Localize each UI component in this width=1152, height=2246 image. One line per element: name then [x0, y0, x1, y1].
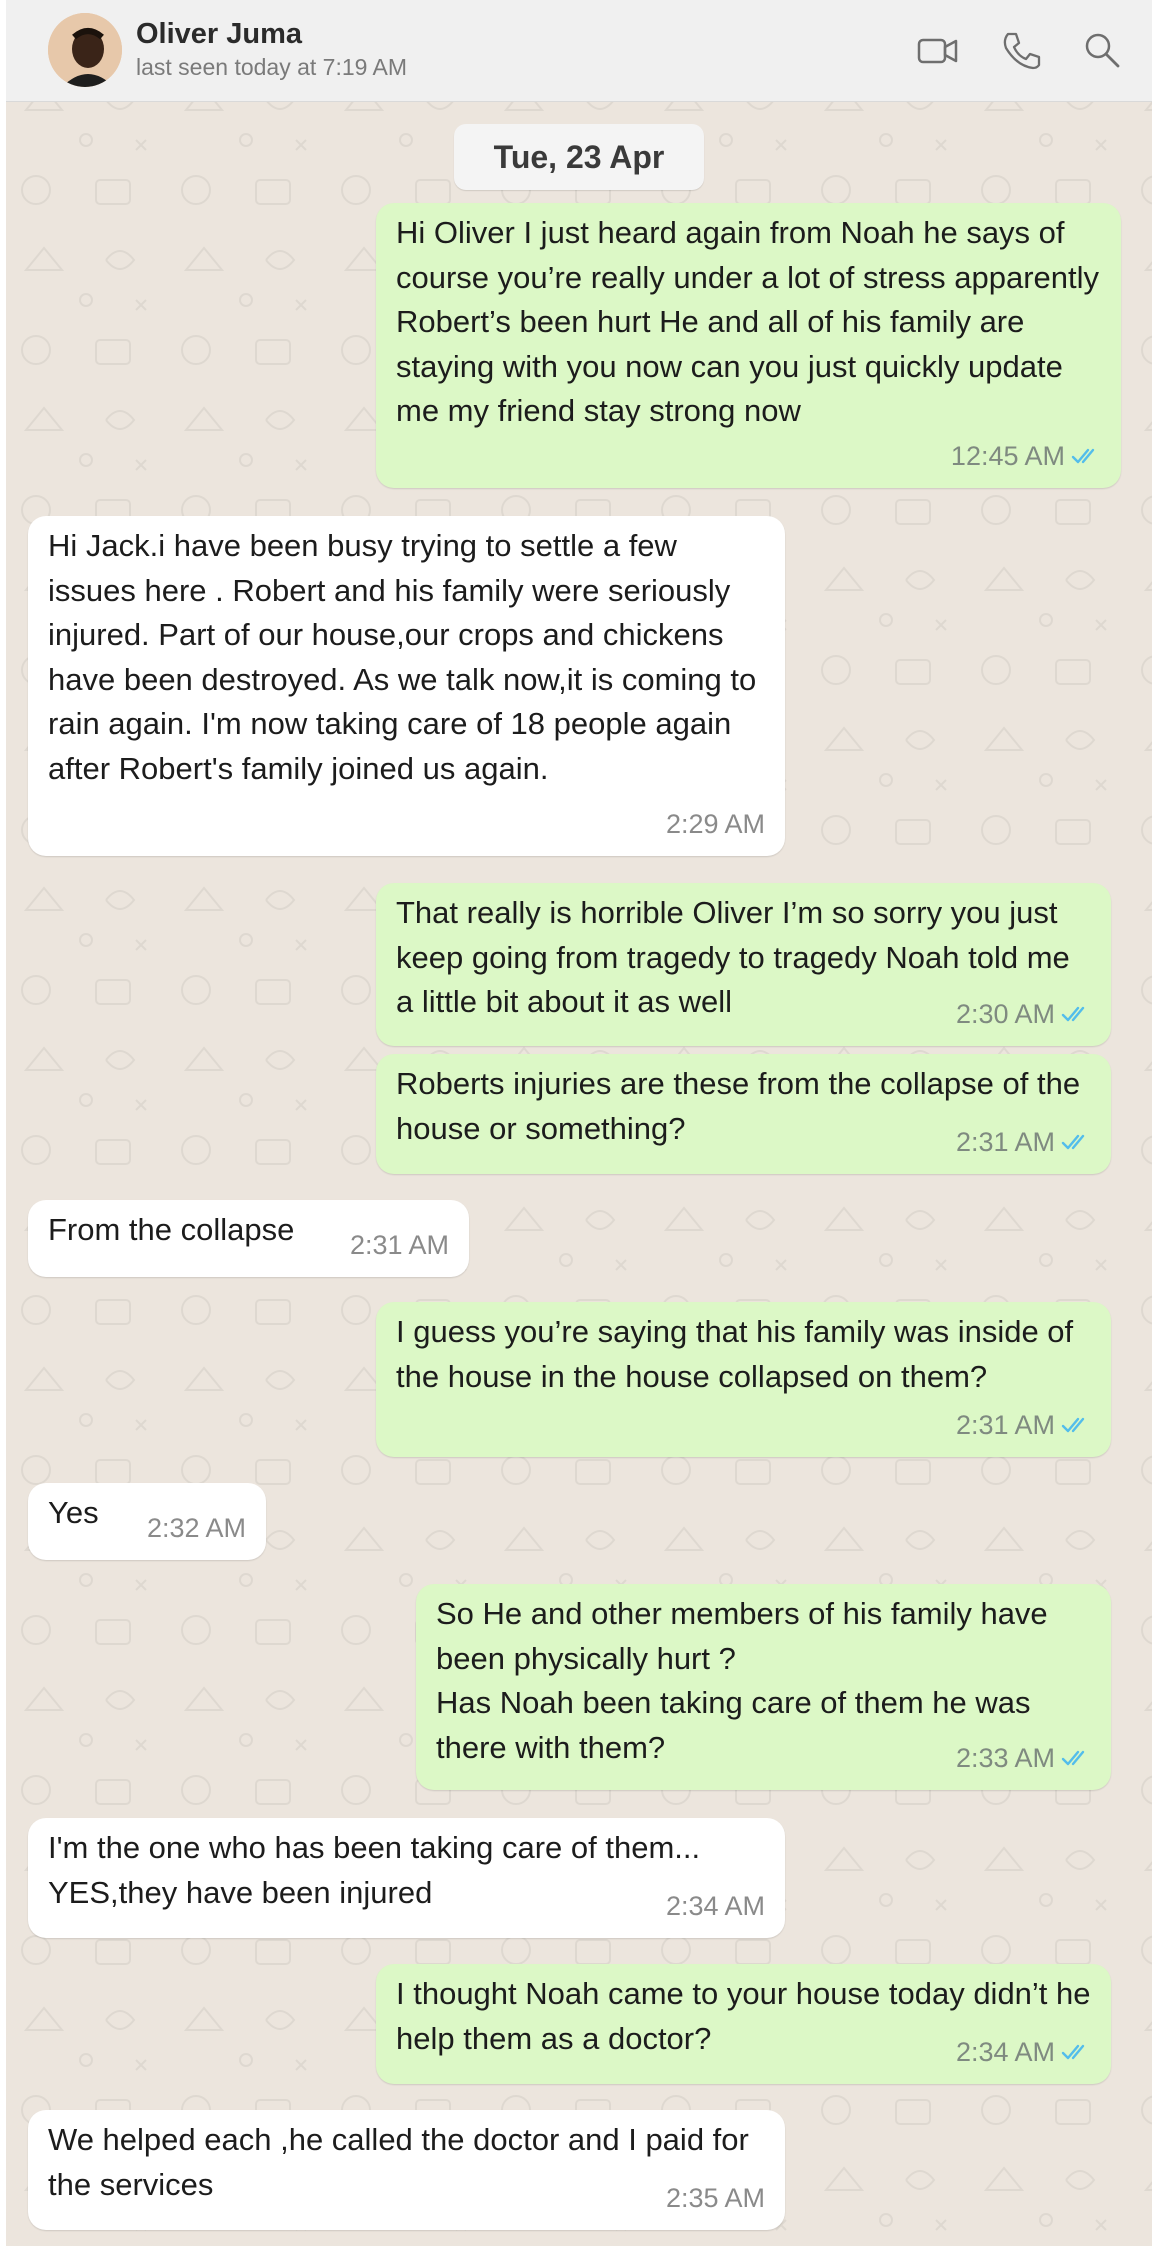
video-call-icon[interactable]: [916, 28, 960, 72]
message-meta: 12:45 AM: [951, 434, 1101, 479]
read-receipt-icon: [1061, 1750, 1085, 1765]
message-time: 2:31 AM: [955, 1126, 1055, 1157]
message-text: Hi Jack.i have been busy trying to settl…: [48, 528, 757, 786]
message-outgoing[interactable]: So He and other members of his family ha…: [416, 1584, 1111, 1790]
message-incoming[interactable]: We helped each ,he called the doctor and…: [28, 2110, 785, 2230]
message-outgoing[interactable]: Hi Oliver I just heard again from Noah h…: [376, 203, 1121, 488]
avatar[interactable]: [48, 13, 122, 87]
message-outgoing[interactable]: That really is horrible Oliver I’m so so…: [376, 883, 1111, 1046]
date-separator: Tue, 23 Apr: [454, 124, 704, 190]
message-time: 2:31 AM: [349, 1229, 449, 1260]
message-meta: 2:31 AM: [350, 1223, 449, 1268]
message-time: 2:30 AM: [955, 998, 1055, 1029]
message-outgoing[interactable]: I thought Noah came to your house today …: [376, 1964, 1111, 2084]
message-text: I guess you’re saying that his family wa…: [396, 1314, 1074, 1394]
message-outgoing[interactable]: I guess you’re saying that his family wa…: [376, 1302, 1111, 1457]
message-incoming[interactable]: Yes 2:32 AM: [28, 1483, 266, 1560]
message-time: 2:34 AM: [665, 1890, 765, 1921]
message-time: 2:32 AM: [146, 1512, 246, 1543]
message-time: 2:33 AM: [955, 1742, 1055, 1773]
message-time: 12:45 AM: [950, 440, 1065, 471]
message-meta: 2:34 AM: [956, 2030, 1091, 2075]
message-time: 2:29 AM: [665, 808, 765, 839]
message-meta: 2:32 AM: [147, 1506, 246, 1551]
search-icon[interactable]: [1080, 28, 1124, 72]
message-meta: 2:29 AM: [666, 802, 765, 847]
message-incoming[interactable]: Hi Jack.i have been busy trying to settl…: [28, 516, 785, 856]
message-incoming[interactable]: From the collapse 2:31 AM: [28, 1200, 469, 1277]
contact-name[interactable]: Oliver Juma: [136, 18, 302, 51]
message-meta: 2:35 AM: [666, 2176, 765, 2221]
phone-call-icon[interactable]: [998, 28, 1042, 72]
last-seen-status: last seen today at 7:19 AM: [136, 54, 408, 80]
message-meta: 2:30 AM: [956, 992, 1091, 1037]
message-incoming[interactable]: I'm the one who has been taking care of …: [28, 1818, 785, 1938]
message-meta: 2:34 AM: [666, 1884, 765, 1929]
read-receipt-icon: [1071, 448, 1095, 463]
read-receipt-icon: [1061, 2044, 1085, 2059]
read-receipt-icon: [1061, 1134, 1085, 1149]
message-time: 2:31 AM: [955, 1409, 1055, 1440]
message-meta: 2:31 AM: [956, 1120, 1091, 1165]
message-time: 2:34 AM: [955, 2036, 1055, 2067]
message-text: I'm the one who has been taking care of …: [48, 1830, 701, 1910]
message-meta: 2:31 AM: [956, 1403, 1091, 1448]
message-meta: 2:33 AM: [956, 1736, 1091, 1781]
read-receipt-icon: [1061, 1417, 1085, 1432]
message-text: Hi Oliver I just heard again from Noah h…: [396, 215, 1100, 428]
message-time: 2:35 AM: [665, 2182, 765, 2213]
message-text: We helped each ,he called the doctor and…: [48, 2122, 749, 2202]
read-receipt-icon: [1061, 1006, 1085, 1021]
chat-window: Oliver Juma last seen today at 7:19 AM T…: [6, 0, 1152, 2246]
message-outgoing[interactable]: Roberts injuries are these from the coll…: [376, 1054, 1111, 1174]
chat-header: Oliver Juma last seen today at 7:19 AM: [6, 0, 1152, 102]
